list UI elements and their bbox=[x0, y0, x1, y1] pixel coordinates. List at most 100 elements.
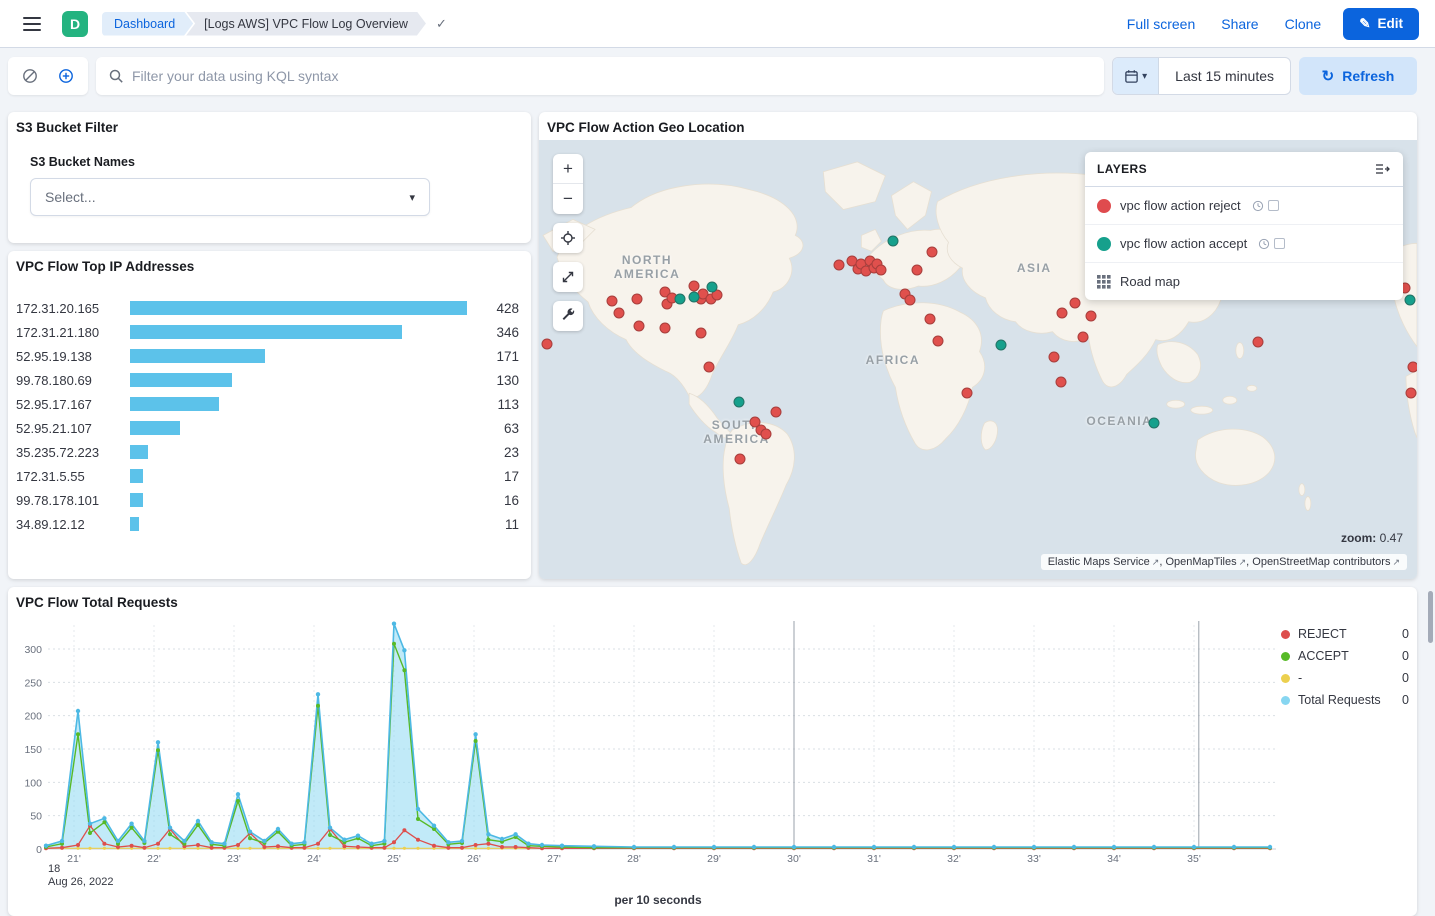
share-link[interactable]: Share bbox=[1221, 16, 1258, 32]
ip-address-label: 35.235.72.223 bbox=[16, 445, 124, 460]
reject-marker[interactable] bbox=[606, 296, 617, 307]
layer-row[interactable]: vpc flow action reject bbox=[1085, 187, 1403, 225]
reject-marker[interactable] bbox=[704, 362, 715, 373]
accept-marker[interactable] bbox=[1404, 294, 1415, 305]
reject-marker[interactable] bbox=[613, 307, 624, 318]
reject-marker[interactable] bbox=[1078, 331, 1089, 342]
clone-link[interactable]: Clone bbox=[1285, 16, 1322, 32]
accept-marker[interactable] bbox=[706, 282, 717, 293]
layer-color-dot bbox=[1097, 199, 1111, 213]
ip-bar[interactable] bbox=[130, 493, 467, 507]
reject-marker[interactable] bbox=[962, 388, 973, 399]
zoom-out-button[interactable]: − bbox=[553, 184, 583, 214]
chevron-down-icon: ▾ bbox=[409, 191, 415, 204]
accept-marker[interactable] bbox=[887, 236, 898, 247]
reject-marker[interactable] bbox=[541, 338, 552, 349]
reject-marker[interactable] bbox=[634, 320, 645, 331]
svg-text:31': 31' bbox=[867, 853, 881, 865]
zoom-in-button[interactable]: + bbox=[553, 154, 583, 184]
layer-row[interactable]: vpc flow action accept bbox=[1085, 225, 1403, 263]
time-series-chart[interactable]: 05010015020025030021'22'23'24'25'26'27'2… bbox=[14, 613, 1299, 871]
attribution-link[interactable]: OpenMapTiles bbox=[1165, 556, 1236, 568]
reject-marker[interactable] bbox=[1069, 297, 1080, 308]
refresh-button[interactable]: ↻ Refresh bbox=[1299, 57, 1417, 95]
reject-marker[interactable] bbox=[932, 335, 943, 346]
reject-marker[interactable] bbox=[1057, 307, 1068, 318]
kql-search-box[interactable] bbox=[96, 57, 1104, 95]
breadcrumb-current[interactable]: [Logs AWS] VPC Flow Log Overview bbox=[186, 12, 426, 36]
reject-marker[interactable] bbox=[912, 264, 923, 275]
layers-collapse-icon[interactable] bbox=[1374, 161, 1391, 177]
reject-marker[interactable] bbox=[696, 327, 707, 338]
ip-bar[interactable] bbox=[130, 445, 467, 459]
fit-to-data-button[interactable] bbox=[553, 262, 583, 292]
ip-bar[interactable] bbox=[130, 373, 467, 387]
ip-bar[interactable] bbox=[130, 397, 467, 411]
breadcrumb-dashboard[interactable]: Dashboard bbox=[102, 12, 193, 36]
edit-button-label: Edit bbox=[1378, 16, 1404, 31]
accept-marker[interactable] bbox=[995, 340, 1006, 351]
attribution-link[interactable]: Elastic Maps Service bbox=[1048, 556, 1150, 568]
vertical-scrollbar[interactable] bbox=[1428, 591, 1433, 643]
full-screen-link[interactable]: Full screen bbox=[1127, 16, 1195, 32]
legend-row[interactable]: Total Requests0 bbox=[1281, 689, 1409, 711]
attribution-link[interactable]: OpenStreetMap contributors bbox=[1252, 556, 1390, 568]
reject-marker[interactable] bbox=[834, 260, 845, 271]
reject-marker[interactable] bbox=[1253, 336, 1264, 347]
reject-marker[interactable] bbox=[905, 294, 916, 305]
map-attribution: Elastic Maps Service↗, OpenMapTiles↗, Op… bbox=[1041, 554, 1407, 570]
layer-row[interactable]: Road map bbox=[1085, 263, 1403, 300]
accept-marker[interactable] bbox=[675, 293, 686, 304]
world-map[interactable]: NORTH AMERICASOUTH AMERICAAFRICAASIAOCEA… bbox=[539, 140, 1417, 579]
menu-button[interactable] bbox=[16, 8, 48, 40]
legend-value: 0 bbox=[1402, 649, 1409, 663]
ip-bar[interactable] bbox=[130, 301, 467, 315]
svg-text:23': 23' bbox=[227, 853, 241, 865]
reject-marker[interactable] bbox=[660, 322, 671, 333]
add-filter-button[interactable] bbox=[52, 62, 80, 90]
map-tools-button[interactable] bbox=[553, 301, 583, 331]
ip-address-label: 99.78.180.69 bbox=[16, 373, 124, 388]
ip-bar[interactable] bbox=[130, 421, 467, 435]
layer-checkbox[interactable] bbox=[1274, 238, 1285, 249]
time-range-display[interactable]: Last 15 minutes bbox=[1159, 58, 1290, 94]
reject-marker[interactable] bbox=[1405, 388, 1416, 399]
accept-marker[interactable] bbox=[734, 397, 745, 408]
reject-marker[interactable] bbox=[1056, 377, 1067, 388]
reject-marker[interactable] bbox=[735, 453, 746, 464]
reject-marker[interactable] bbox=[1086, 310, 1097, 321]
reject-marker[interactable] bbox=[632, 293, 643, 304]
ip-bar[interactable] bbox=[130, 325, 467, 339]
ip-count-value: 11 bbox=[473, 517, 519, 532]
ip-bar[interactable] bbox=[130, 517, 467, 531]
hamburger-icon bbox=[23, 17, 41, 31]
reject-marker[interactable] bbox=[1407, 362, 1417, 373]
reject-marker[interactable] bbox=[771, 407, 782, 418]
accept-marker[interactable] bbox=[1149, 418, 1160, 429]
set-view-button[interactable] bbox=[553, 223, 583, 253]
legend-row[interactable]: REJECT0 bbox=[1281, 623, 1409, 645]
edit-button[interactable]: ✎ Edit bbox=[1343, 8, 1419, 40]
layer-checkbox[interactable] bbox=[1268, 200, 1279, 211]
filter-options-button[interactable] bbox=[16, 62, 44, 90]
accept-marker[interactable] bbox=[689, 291, 700, 302]
ip-bar[interactable] bbox=[130, 349, 467, 363]
ip-bar[interactable] bbox=[130, 469, 467, 483]
ip-count-value: 428 bbox=[473, 301, 519, 316]
layers-panel-title: LAYERS bbox=[1097, 162, 1147, 176]
s3-bucket-select[interactable]: Select... ▾ bbox=[30, 178, 430, 216]
reject-marker[interactable] bbox=[760, 429, 771, 440]
legend-row[interactable]: -0 bbox=[1281, 667, 1409, 689]
kql-input[interactable] bbox=[132, 68, 1092, 84]
ip-count-value: 130 bbox=[473, 373, 519, 388]
legend-row[interactable]: ACCEPT0 bbox=[1281, 645, 1409, 667]
ip-bar-chart: 172.31.20.165428172.31.21.18034652.95.19… bbox=[8, 282, 531, 536]
date-picker-button[interactable]: ▾ bbox=[1113, 58, 1159, 94]
s3-bucket-names-label: S3 Bucket Names bbox=[30, 155, 509, 169]
panel-total-requests: VPC Flow Total Requests 0501001502002503… bbox=[8, 587, 1417, 916]
deployment-logo[interactable]: D bbox=[62, 11, 88, 37]
reject-marker[interactable] bbox=[876, 264, 887, 275]
reject-marker[interactable] bbox=[927, 247, 938, 258]
reject-marker[interactable] bbox=[1049, 352, 1060, 363]
reject-marker[interactable] bbox=[924, 313, 935, 324]
